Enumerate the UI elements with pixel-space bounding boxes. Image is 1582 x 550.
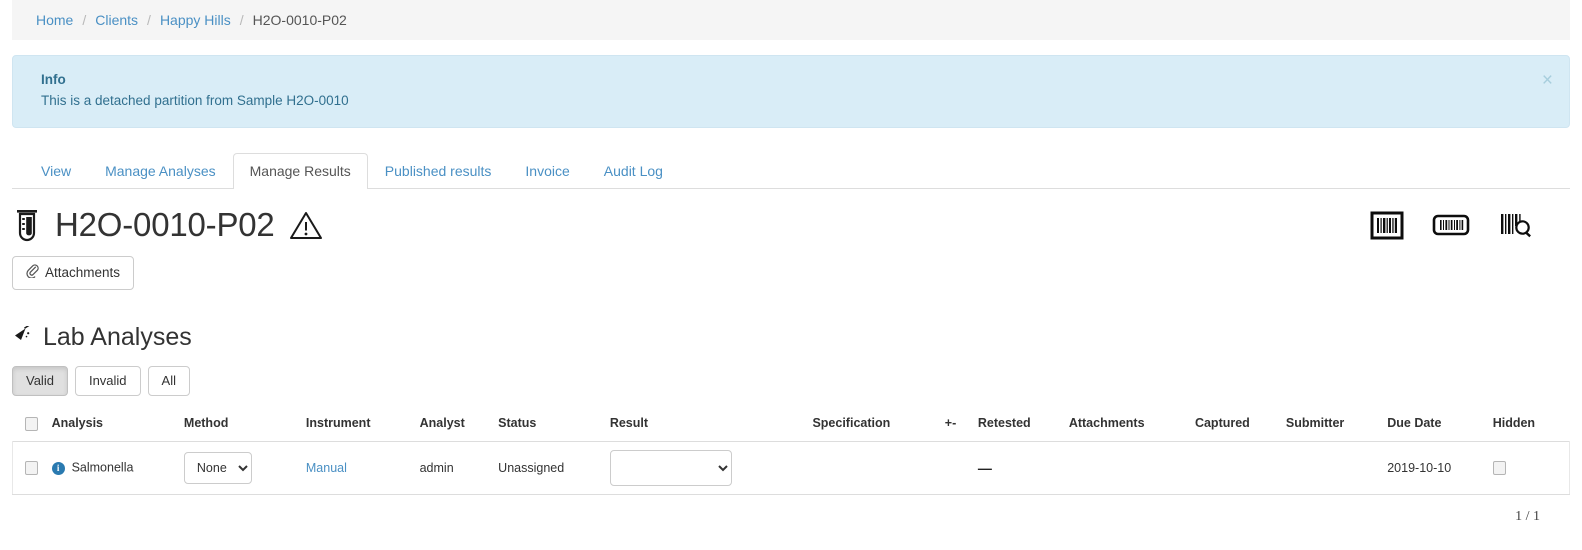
paperclip-icon (26, 264, 39, 282)
info-alert-message: This is a detached partition from Sample… (41, 93, 349, 108)
breadcrumb-separator: / (82, 12, 87, 28)
result-select[interactable] (609, 449, 732, 486)
table-header: Analysis Method Instrument Analyst Statu… (13, 412, 1570, 441)
select-all-header (13, 412, 46, 441)
warning-triangle-icon (289, 210, 323, 240)
breadcrumb-item-home[interactable]: Home (36, 12, 73, 28)
toolbar: Attachments (12, 256, 1570, 290)
retested-value: — (977, 459, 992, 476)
header-actions (1370, 209, 1570, 241)
analyses-table-container: Analysis Method Instrument Analyst Statu… (11, 412, 1570, 495)
column-status: Status (498, 416, 537, 431)
lab-analyses-section-header: Lab Analyses (12, 322, 1570, 352)
analyses-table: Analysis Method Instrument Analyst Statu… (11, 412, 1570, 495)
info-alert-title: Info (41, 72, 66, 87)
method-select[interactable]: None (183, 451, 252, 484)
row-select-cell (11, 440, 46, 495)
table-row: i Salmonella None Manual admin Unassigned (11, 440, 1570, 495)
barcode-square-icon[interactable] (1370, 209, 1404, 241)
filter-valid-button[interactable]: Valid (12, 366, 68, 396)
close-icon[interactable]: × (1542, 71, 1553, 90)
tab-manage-results[interactable]: Manage Results (232, 153, 368, 189)
attachments-button-label: Attachments (45, 265, 121, 280)
column-instrument: Instrument (305, 416, 371, 431)
column-specification: Specification (812, 416, 891, 431)
cell-attachments (1062, 440, 1189, 495)
tab-manage-analyses[interactable]: Manage Analyses (88, 153, 233, 189)
tab-view[interactable]: View (24, 153, 88, 189)
column-method: Method (183, 416, 229, 431)
cell-analyst: admin (413, 440, 493, 495)
barcode-label-icon[interactable] (1432, 211, 1470, 239)
page-title: H2O-0010-P02 (55, 206, 275, 243)
attachments-button[interactable]: Attachments (12, 256, 135, 290)
column-captured: Captured (1194, 416, 1250, 431)
column-analyst: Analyst (419, 416, 465, 431)
analysis-name: Salmonella (71, 461, 134, 476)
cell-specification (806, 440, 939, 495)
page-header: H2O-0010-P02 (12, 203, 1570, 247)
breadcrumb-item-clients[interactable]: Clients (95, 12, 138, 28)
cell-uncertainty (938, 440, 972, 495)
instrument-link[interactable]: Manual (306, 461, 347, 475)
tab-published-results[interactable]: Published results (368, 153, 509, 189)
table-body: i Salmonella None Manual admin Unassigned (11, 440, 1570, 495)
breadcrumb-item-client[interactable]: Happy Hills (160, 12, 231, 28)
page-title-group: H2O-0010-P02 (12, 205, 323, 245)
cell-retested: — (971, 440, 1063, 495)
cell-method: None (177, 440, 300, 495)
column-result: Result (609, 416, 649, 431)
section-title: Lab Analyses (43, 323, 192, 351)
cell-due-date: 2019-10-10 (1381, 440, 1487, 495)
cell-instrument: Manual (299, 440, 414, 495)
flask-icon (12, 323, 34, 349)
cell-analysis: i Salmonella (45, 440, 178, 495)
breadcrumb-item-current: H2O-0010-P02 (252, 12, 347, 28)
breadcrumb: Home / Clients / Happy Hills / H2O-0010-… (12, 0, 1570, 40)
filter-button-group: Valid Invalid All (12, 366, 1570, 396)
tab-audit-log[interactable]: Audit Log (587, 153, 680, 189)
column-attachments: Attachments (1068, 416, 1145, 431)
filter-all-button[interactable]: All (147, 366, 190, 396)
column-retested: Retested (977, 416, 1031, 431)
table-header-row: Analysis Method Instrument Analyst Statu… (13, 412, 1570, 441)
pagination: 1 / 1 (1515, 508, 1540, 524)
column-analysis: Analysis (51, 416, 103, 431)
cell-hidden (1486, 440, 1570, 495)
cell-status: Unassigned (492, 440, 604, 495)
sample-tube-icon (12, 207, 42, 243)
breadcrumb-separator: / (147, 12, 151, 28)
cell-captured (1188, 440, 1280, 495)
column-uncertainty: +- (944, 416, 957, 431)
column-submitter: Submitter (1285, 416, 1345, 431)
hidden-checkbox[interactable] (1492, 461, 1506, 476)
select-all-checkbox[interactable] (24, 416, 38, 431)
column-due-date: Due Date (1387, 416, 1442, 431)
info-alert: Info This is a detached partition from S… (12, 55, 1570, 128)
barcode-search-icon[interactable] (1498, 209, 1536, 241)
breadcrumb-separator: / (239, 12, 244, 28)
cell-submitter (1279, 440, 1382, 495)
tab-invoice[interactable]: Invoice (508, 153, 586, 189)
row-select-checkbox[interactable] (25, 461, 38, 476)
info-icon[interactable]: i (51, 461, 65, 475)
tab-bar: View Manage Analyses Manage Results Publ… (12, 153, 1570, 189)
filter-invalid-button[interactable]: Invalid (74, 366, 141, 396)
cell-result (603, 440, 807, 495)
column-hidden: Hidden (1492, 416, 1536, 431)
